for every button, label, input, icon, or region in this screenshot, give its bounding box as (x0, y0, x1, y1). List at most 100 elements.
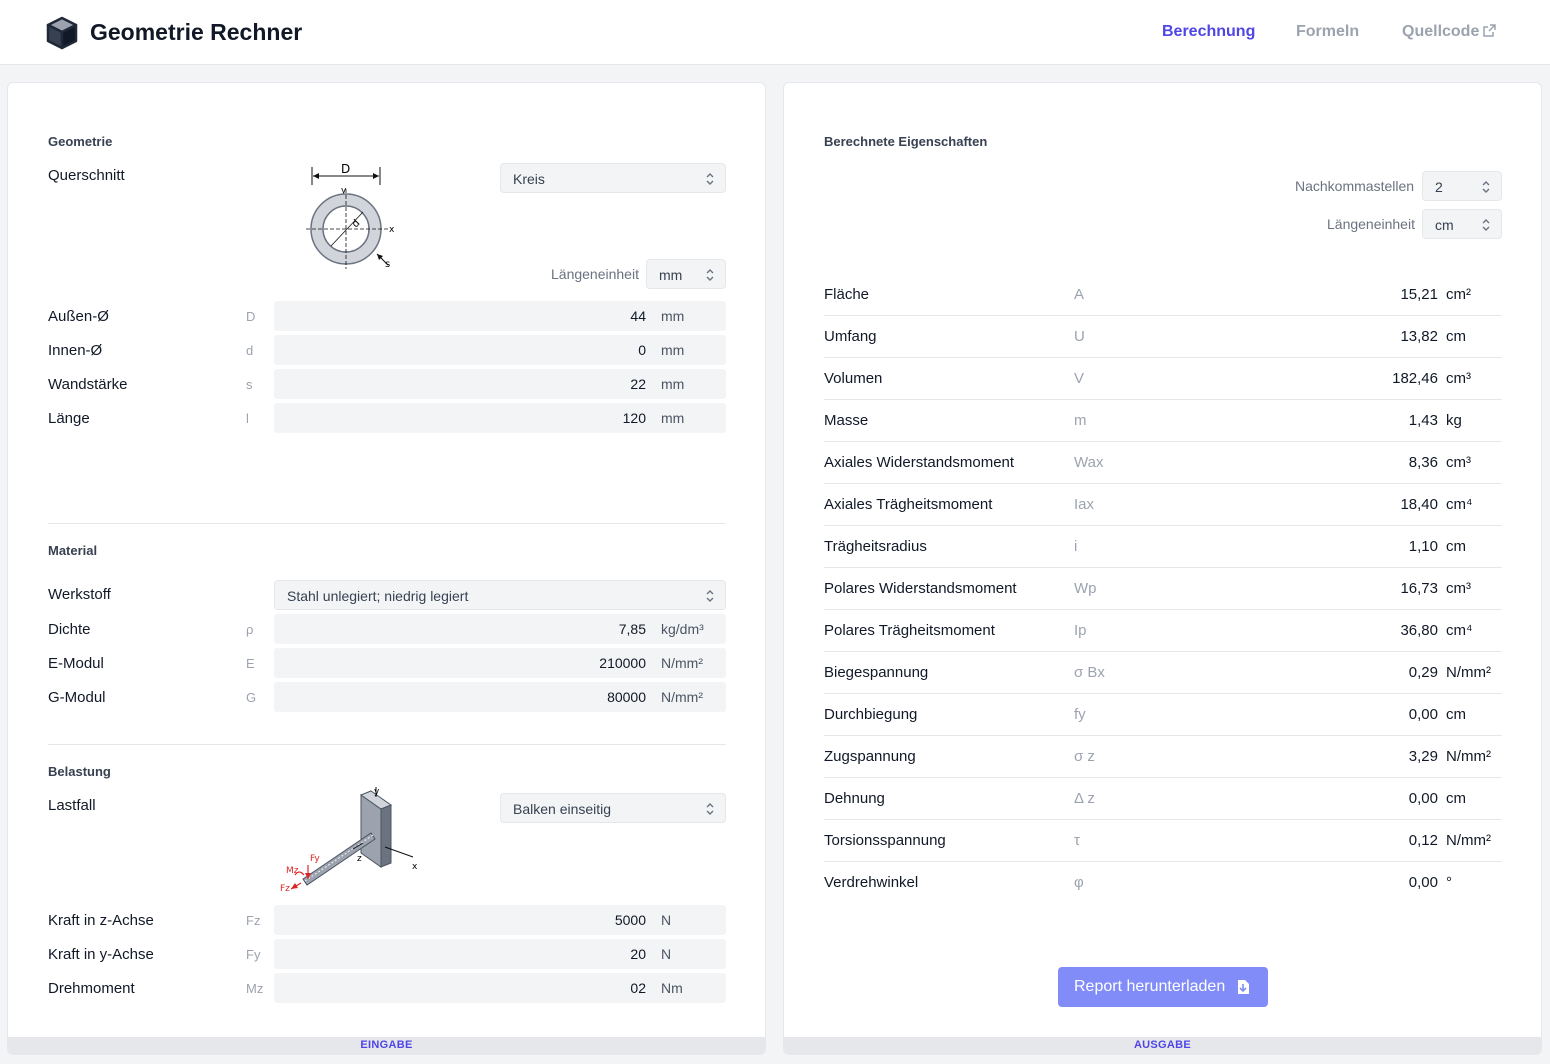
e-modulus-value: 210000 (599, 655, 646, 671)
result-row: Biegespannung σ Bx 0,29 N/mm² (824, 652, 1502, 694)
output-panel: Berechnete Eigenschaften Nachkommastelle… (783, 82, 1542, 1055)
material-section-title: Material (48, 543, 98, 558)
result-name: Umfang (824, 328, 877, 345)
force-z-input[interactable]: 5000 N (274, 905, 726, 935)
length-unit-label: Längeneinheit (551, 266, 639, 282)
density-label: Dichte (48, 621, 91, 638)
nav-formeln[interactable]: Formeln (1296, 23, 1359, 41)
wall-thickness-input[interactable]: 22 mm (274, 369, 726, 399)
app-title: Geometrie Rechner (90, 19, 303, 45)
load-label-Fz: Fz (280, 884, 290, 894)
result-symbol: A (1074, 286, 1085, 303)
result-name: Zugspannung (824, 748, 916, 765)
output-unit-label: Längeneinheit (1327, 216, 1415, 232)
result-symbol: τ (1074, 832, 1080, 849)
chevron-updown-icon (1482, 181, 1490, 193)
divider (48, 744, 726, 745)
nav-quellcode[interactable]: Quellcode (1402, 23, 1497, 41)
cross-section-select-value: Kreis (513, 171, 545, 187)
download-report-button[interactable]: Report herunterladen (1058, 967, 1268, 1007)
chevron-updown-icon (706, 173, 714, 185)
result-name: Polares Widerstandsmoment (824, 580, 1017, 597)
g-modulus-label: G-Modul (48, 689, 106, 706)
download-report-label: Report herunterladen (1074, 978, 1226, 995)
result-symbol: fy (1074, 706, 1086, 723)
result-row: Polares Widerstandsmoment Wp 16,73 cm³ (824, 568, 1502, 610)
nav-berechnung[interactable]: Berechnung (1162, 23, 1255, 41)
result-unit: cm⁴ (1446, 622, 1473, 639)
material-select[interactable]: Stahl unlegiert; niedrig legiert (274, 580, 726, 610)
result-unit: cm⁴ (1446, 496, 1473, 513)
result-name: Polares Trägheitsmoment (824, 622, 995, 639)
result-symbol: Δ z (1074, 790, 1095, 807)
diagram-label-s: s (385, 259, 390, 270)
result-symbol: U (1074, 328, 1085, 345)
load-label-Fy: Fy (310, 854, 320, 864)
torque-symbol: Mz (246, 981, 264, 996)
result-unit: N/mm² (1446, 748, 1491, 765)
outer-diameter-input[interactable]: 44 mm (274, 301, 726, 331)
e-modulus-input[interactable]: 210000 N/mm² (274, 648, 726, 678)
length-unit-select[interactable]: mm (646, 259, 726, 289)
torque-unit: Nm (661, 980, 683, 996)
cross-section-diagram: D y d x s (306, 162, 395, 270)
load-label-Mz: Mz (286, 866, 299, 876)
result-name: Biegespannung (824, 664, 929, 681)
length-input[interactable]: 120 mm (274, 403, 726, 433)
download-file-icon (1238, 980, 1249, 994)
outer-diameter-label: Außen-Ø (48, 308, 109, 325)
material-label: Werkstoff (48, 586, 111, 603)
load-label-z: z (357, 854, 362, 864)
result-row: Trägheitsradius i 1,10 cm (824, 526, 1502, 568)
e-modulus-symbol: E (246, 656, 255, 671)
output-unit-select[interactable]: cm (1422, 209, 1502, 239)
density-input[interactable]: 7,85 kg/dm³ (274, 614, 726, 644)
app-header: Geometrie Rechner Berechnung Formeln Que… (0, 0, 1550, 65)
result-name: Torsionsspannung (824, 832, 946, 849)
result-value: 182,46 (1392, 370, 1438, 387)
density-value: 7,85 (618, 621, 646, 637)
result-symbol: σ Bx (1074, 664, 1105, 681)
length-unit-select-value: mm (659, 267, 683, 283)
force-y-input[interactable]: 20 N (274, 939, 726, 969)
torque-input[interactable]: 02 Nm (274, 973, 726, 1003)
result-unit: cm (1446, 538, 1466, 555)
cross-section-select[interactable]: Kreis (500, 163, 726, 193)
load-case-select[interactable]: Balken einseitig (500, 793, 726, 823)
result-value: 0,12 (1408, 832, 1438, 849)
result-symbol: φ (1074, 874, 1084, 891)
cross-section-label: Querschnitt (48, 167, 125, 184)
result-row: Torsionsspannung τ 0,12 N/mm² (824, 820, 1502, 862)
diagram-label-x: x (389, 225, 395, 235)
result-value: 15,21 (1400, 286, 1438, 303)
result-row: Umfang U 13,82 cm (824, 316, 1502, 358)
inner-diameter-input[interactable]: 0 mm (274, 335, 726, 365)
result-unit: cm³ (1446, 580, 1471, 597)
result-symbol: Wax (1074, 454, 1104, 471)
output-panel-footer: AUSGABE (784, 1037, 1541, 1054)
result-unit: kg (1446, 412, 1462, 429)
force-y-symbol: Fy (246, 947, 261, 962)
inner-diameter-symbol: d (246, 343, 254, 358)
load-label-y: y (374, 787, 380, 797)
result-name: Dehnung (824, 790, 885, 807)
outer-diameter-value: 44 (630, 308, 646, 324)
density-symbol: ρ (246, 622, 254, 637)
result-value: 36,80 (1400, 622, 1438, 639)
divider (48, 523, 726, 524)
force-z-unit: N (661, 912, 672, 928)
decimals-select[interactable]: 2 (1422, 171, 1502, 201)
result-value: 3,29 (1408, 748, 1438, 765)
length-value: 120 (622, 410, 646, 426)
outer-diameter-symbol: D (246, 309, 256, 324)
g-modulus-symbol: G (246, 690, 257, 705)
result-value: 13,82 (1400, 328, 1438, 345)
result-row: Durchbiegung fy 0,00 cm (824, 694, 1502, 736)
result-symbol: V (1074, 370, 1085, 387)
force-y-label: Kraft in y-Achse (48, 946, 154, 963)
g-modulus-input[interactable]: 80000 N/mm² (274, 682, 726, 712)
force-y-value: 20 (630, 946, 646, 962)
force-z-symbol: Fz (246, 913, 261, 928)
material-select-value: Stahl unlegiert; niedrig legiert (287, 588, 469, 604)
result-unit: cm (1446, 706, 1466, 723)
